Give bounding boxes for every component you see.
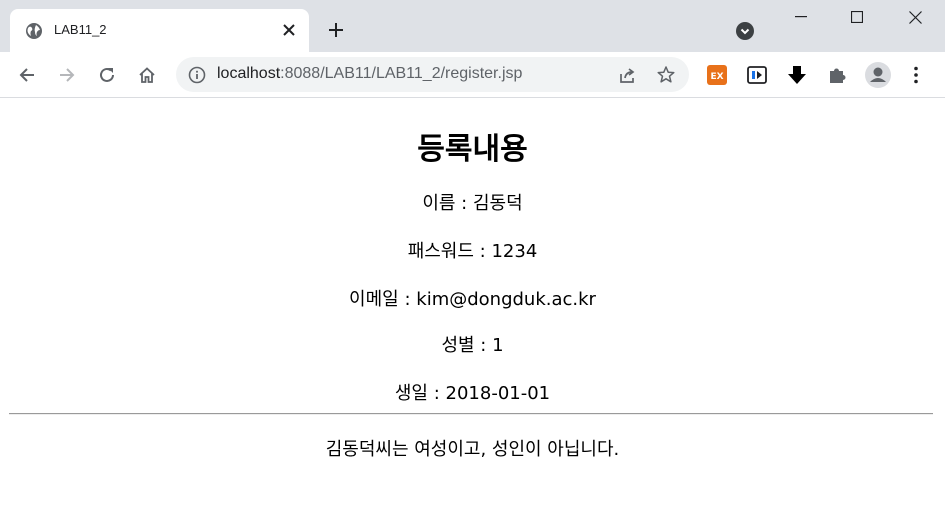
minimize-icon[interactable]	[772, 0, 830, 34]
new-tab-icon[interactable]	[324, 18, 348, 42]
browser-tab[interactable]: LAB11_2	[10, 9, 309, 52]
reload-icon[interactable]	[93, 61, 121, 89]
field-separator: :	[461, 193, 468, 214]
field-label: 이름	[422, 193, 456, 214]
field-value: 1234	[491, 241, 538, 262]
url-text[interactable]: localhost:8088/LAB11/LAB11_2/register.js…	[217, 65, 522, 83]
tab-title: LAB11_2	[54, 22, 107, 37]
field-value: 김동덕	[472, 193, 523, 214]
puzzle-icon[interactable]	[826, 64, 848, 86]
download-extension-icon[interactable]	[786, 64, 808, 86]
field-email: 이메일 : kim@dongduk.ac.kr	[0, 285, 945, 311]
field-password: 패스워드 : 1234	[0, 237, 945, 263]
globe-icon	[25, 22, 43, 40]
browser-toolbar: localhost:8088/LAB11/LAB11_2/register.js…	[0, 52, 945, 98]
svg-text:EX: EX	[710, 72, 723, 82]
forward-arrow-icon[interactable]	[53, 61, 81, 89]
bookmark-star-icon[interactable]	[656, 65, 676, 85]
field-birthday: 생일 : 2018-01-01	[0, 379, 945, 405]
site-info-icon[interactable]	[188, 66, 206, 84]
summary-text: 김동덕씨는 여성이고, 성인이 아닙니다.	[325, 439, 620, 460]
ex-extension-icon[interactable]: EX	[706, 64, 728, 86]
field-label: 패스워드	[407, 241, 474, 262]
field-label: 성별	[441, 335, 475, 356]
window-close-icon[interactable]	[886, 0, 944, 34]
home-icon[interactable]	[133, 61, 161, 89]
address-bar[interactable]: localhost:8088/LAB11/LAB11_2/register.js…	[176, 57, 689, 92]
profile-avatar-icon[interactable]	[864, 61, 892, 89]
divider	[9, 413, 933, 415]
field-separator: :	[479, 241, 486, 262]
field-label: 이메일	[349, 289, 399, 310]
page-content: 등록내용 이름 : 김동덕 패스워드 : 1234 이메일 : kim@dong…	[0, 98, 945, 512]
maximize-icon[interactable]	[828, 0, 886, 34]
tab-search-icon[interactable]	[735, 21, 755, 41]
close-tab-icon[interactable]	[279, 20, 299, 40]
field-separator: :	[480, 335, 487, 356]
field-separator: :	[404, 289, 411, 310]
url-host: localhost	[217, 65, 281, 82]
field-value: 1	[492, 335, 504, 356]
field-value: 2018-01-01	[445, 383, 551, 404]
menu-kebab-icon[interactable]	[905, 64, 927, 86]
field-label: 생일	[394, 383, 428, 404]
share-icon[interactable]	[618, 65, 638, 85]
field-gender: 성별 : 1	[0, 331, 945, 357]
url-path: :8088/LAB11/LAB11_2/register.jsp	[280, 65, 523, 82]
tab-strip: LAB11_2	[0, 0, 945, 52]
field-name: 이름 : 김동덕	[0, 189, 945, 215]
page-heading: 등록내용	[417, 132, 528, 167]
back-arrow-icon[interactable]	[13, 61, 41, 89]
field-separator: :	[433, 383, 440, 404]
media-extension-icon[interactable]	[746, 64, 768, 86]
field-value: kim@dongduk.ac.kr	[416, 289, 596, 310]
